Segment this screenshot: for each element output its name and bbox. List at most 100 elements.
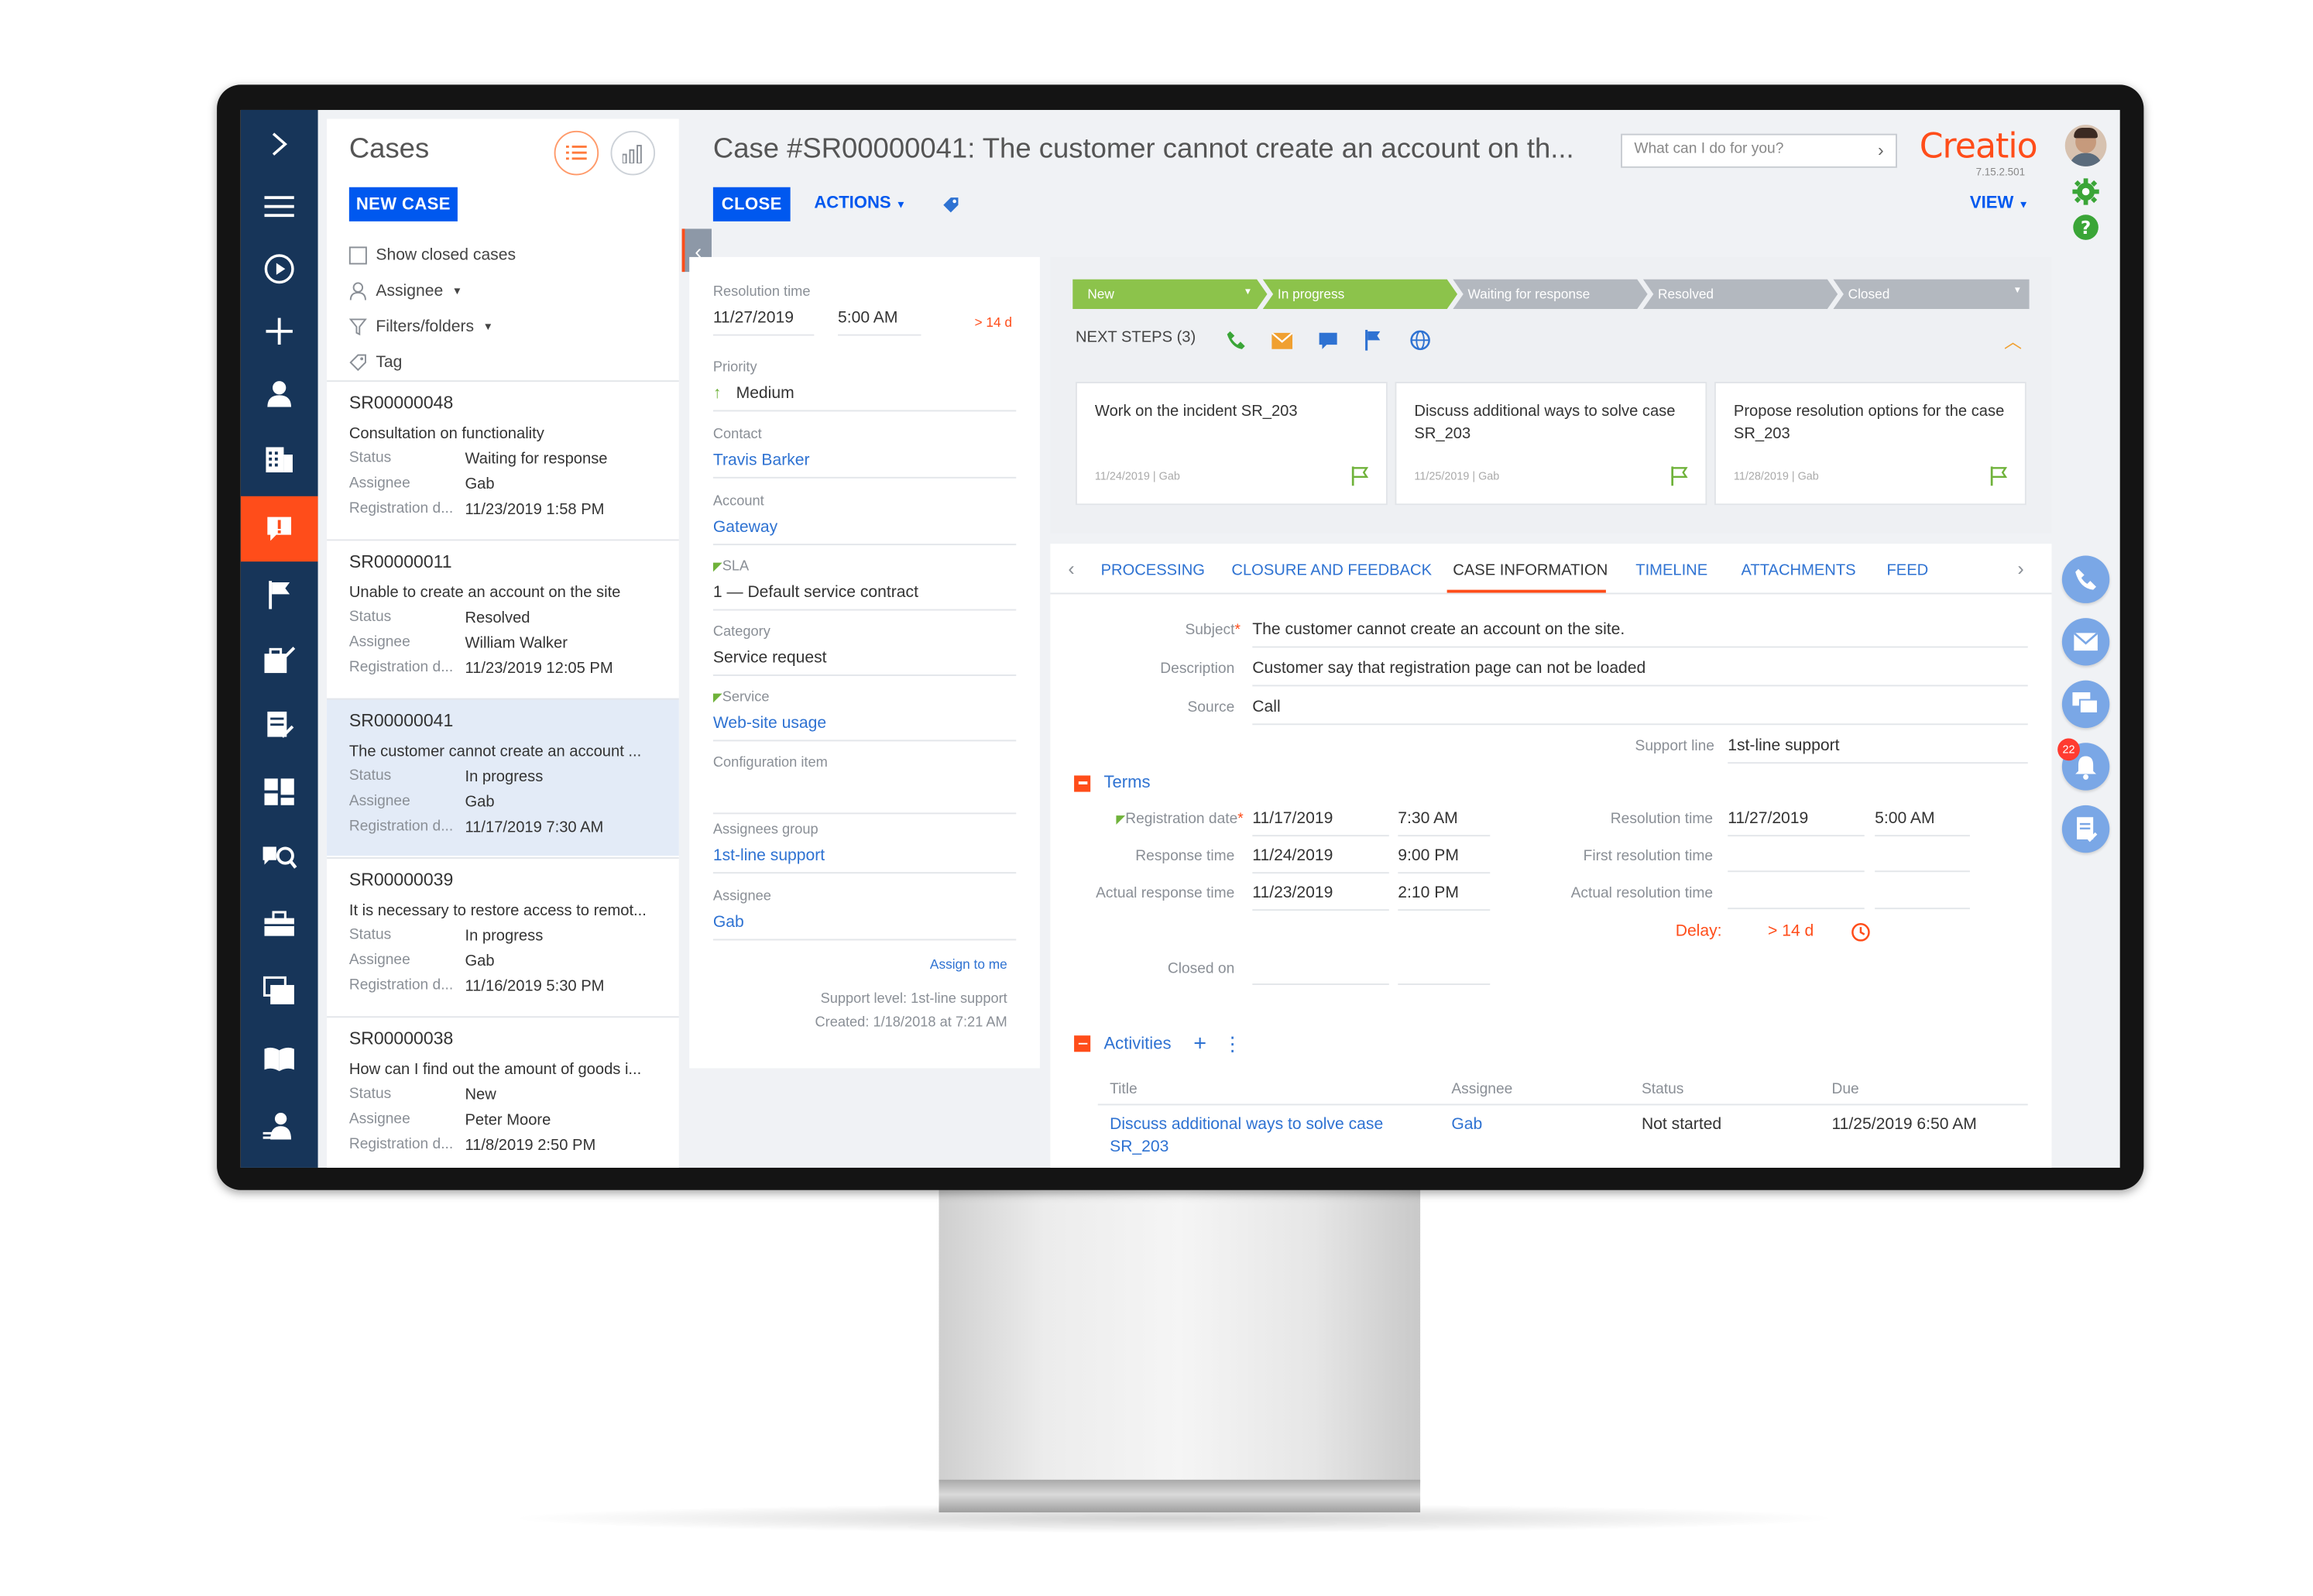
tag-icon[interactable] <box>942 196 959 214</box>
registration-time-field[interactable]: 7:30 AM <box>1398 810 1491 837</box>
actions-button[interactable]: ACTIONS ▼ <box>814 194 906 212</box>
folders-icon[interactable] <box>241 959 318 1022</box>
case-list-item[interactable]: SR00000011 Unable to create an account o… <box>327 539 679 696</box>
column-header[interactable]: Title <box>1110 1082 1138 1098</box>
resolution-date-field[interactable]: 11/27/2019 <box>1728 810 1865 837</box>
task-card[interactable]: Discuss additional ways to solve case SR… <box>1395 382 1707 506</box>
email-icon[interactable] <box>1271 332 1293 349</box>
flag-icon[interactable] <box>1364 329 1381 351</box>
terms-section-header[interactable]: Terms <box>1074 774 1151 792</box>
response-date-field[interactable]: 11/24/2019 <box>1252 847 1389 874</box>
globe-icon[interactable] <box>1410 330 1431 351</box>
assign-to-me-link[interactable]: Assign to me <box>930 957 1007 972</box>
assignee-link[interactable]: Gab <box>712 914 1017 941</box>
book-icon[interactable] <box>241 1028 318 1091</box>
column-header[interactable]: Assignee <box>1451 1082 1512 1098</box>
briefcase-icon[interactable] <box>241 893 318 956</box>
assignees-group-field[interactable]: Assignees group 1st-line support <box>712 822 1017 874</box>
help-icon[interactable]: ? <box>2072 214 2099 241</box>
tab-timeline[interactable]: TIMELINE <box>1635 561 1707 579</box>
support-line-field[interactable]: 1st-line support <box>1728 737 2028 764</box>
assignee-field[interactable]: Assignee Gab <box>712 888 1017 941</box>
folders-filter[interactable]: Filters/folders ▼ <box>348 318 493 336</box>
tab-processing[interactable]: PROCESSING <box>1101 561 1205 579</box>
contact-field[interactable]: Contact Travis Barker <box>712 427 1017 479</box>
users-icon[interactable] <box>241 1095 318 1158</box>
view-button[interactable]: VIEW ▼ <box>1970 194 2029 212</box>
flag-icon[interactable] <box>241 563 318 626</box>
menu-icon[interactable] <box>241 175 318 238</box>
category-field[interactable]: Category Service request <box>712 624 1017 676</box>
actual-resolution-time-field[interactable] <box>1875 884 1970 910</box>
service-field[interactable]: ◤Service Web-site usage <box>712 689 1017 742</box>
email-button[interactable] <box>2061 618 2110 666</box>
tag-filter[interactable]: Tag <box>349 354 402 372</box>
close-button[interactable]: CLOSE <box>712 187 791 221</box>
avatar[interactable] <box>2064 125 2107 166</box>
source-field[interactable]: Call <box>1252 698 2028 726</box>
flag-icon[interactable] <box>1670 466 1688 486</box>
description-field[interactable]: Customer say that registration page can … <box>1252 660 2028 687</box>
flag-icon[interactable] <box>1350 466 1368 486</box>
chevron-down-icon[interactable]: ▼ <box>1244 288 1252 297</box>
list-view-button[interactable] <box>554 130 599 176</box>
chat-button[interactable] <box>2061 680 2110 729</box>
gear-icon[interactable] <box>2072 178 2099 205</box>
task-card[interactable]: Work on the incident SR_203 11/24/2019 |… <box>1075 382 1388 506</box>
tab-attachments[interactable]: ATTACHMENTS <box>1741 561 1855 579</box>
service-link[interactable]: Web-site usage <box>712 715 1017 742</box>
response-time-field[interactable]: 9:00 PM <box>1398 847 1491 874</box>
contact-link[interactable]: Travis Barker <box>712 451 1017 479</box>
chevron-down-icon[interactable]: ▼ <box>2013 287 2022 296</box>
chat-icon[interactable] <box>1318 331 1339 351</box>
subject-field[interactable]: The customer cannot create an account on… <box>1252 621 2028 648</box>
show-closed-filter[interactable]: Show closed cases <box>348 246 516 265</box>
case-list-item-selected[interactable]: SR00000041 The customer cannot create an… <box>327 698 679 856</box>
flag-icon[interactable] <box>1989 466 2007 486</box>
tab-closure-feedback[interactable]: CLOSURE AND FEEDBACK <box>1231 561 1432 579</box>
phone-button[interactable] <box>2061 555 2110 603</box>
assignee-filter[interactable]: Assignee ▼ <box>349 282 462 300</box>
closed-on-time-field[interactable] <box>1398 959 1491 985</box>
tab-feed[interactable]: FEED <box>1886 561 1928 579</box>
tools-icon[interactable] <box>241 629 318 692</box>
tab-case-information[interactable]: CASE INFORMATION <box>1453 561 1608 579</box>
account-link[interactable]: Gateway <box>712 519 1017 546</box>
command-search-input[interactable]: What can I do for you? › <box>1621 133 1897 168</box>
collapse-up-icon[interactable]: ︿ <box>2004 328 2022 354</box>
activity-assignee-link[interactable]: Gab <box>1451 1114 1482 1137</box>
phone-icon[interactable] <box>1226 330 1247 351</box>
column-header[interactable]: Due <box>1832 1082 1859 1098</box>
more-icon[interactable]: ⋮ <box>1223 1031 1242 1055</box>
activity-title-link[interactable]: Discuss additional ways to solve case SR… <box>1110 1114 1392 1159</box>
column-header[interactable]: Status <box>1642 1082 1683 1098</box>
task-card[interactable]: Propose resolution options for the case … <box>1714 382 2026 506</box>
new-case-button[interactable]: NEW CASE <box>348 187 458 221</box>
contacts-icon[interactable] <box>241 362 318 425</box>
registration-date-field[interactable]: 11/17/2019 <box>1252 810 1389 837</box>
toggle-icon[interactable] <box>241 113 318 176</box>
activities-section-header[interactable]: Activities + ⋮ <box>1074 1031 1242 1056</box>
chevron-left-icon[interactable]: ‹ <box>1068 557 1074 579</box>
checkbox[interactable] <box>348 246 367 265</box>
case-list-item[interactable]: SR00000048 Consultation on functionality… <box>327 380 679 537</box>
add-icon[interactable]: + <box>1193 1031 1206 1056</box>
resolution-date[interactable]: 11/27/2019 <box>712 309 815 336</box>
dashboard-icon[interactable] <box>241 760 318 823</box>
actual-response-time-field[interactable]: 2:10 PM <box>1398 884 1491 911</box>
resolution-time-field[interactable]: 5:00 AM <box>1875 810 1970 837</box>
first-resolution-time-field[interactable] <box>1875 847 1970 873</box>
accounts-icon[interactable] <box>241 428 318 491</box>
document-button[interactable] <box>2061 805 2110 853</box>
cases-icon[interactable] <box>240 496 318 562</box>
assignees-group-link[interactable]: 1st-line support <box>712 847 1017 874</box>
configuration-item-field[interactable]: Configuration item <box>712 755 1017 815</box>
actual-resolution-date-field[interactable] <box>1728 884 1865 910</box>
sla-field[interactable]: ◤SLA 1 — Default service contract <box>712 558 1017 611</box>
resolution-hour[interactable]: 5:00 AM <box>838 309 921 336</box>
closed-on-date-field[interactable] <box>1252 959 1389 985</box>
first-resolution-date-field[interactable] <box>1728 847 1865 873</box>
case-list-item[interactable]: SR00000039 It is necessary to restore ac… <box>327 856 679 1014</box>
priority-field[interactable]: Priority ↑ Medium <box>712 359 1017 412</box>
play-icon[interactable] <box>241 238 318 300</box>
